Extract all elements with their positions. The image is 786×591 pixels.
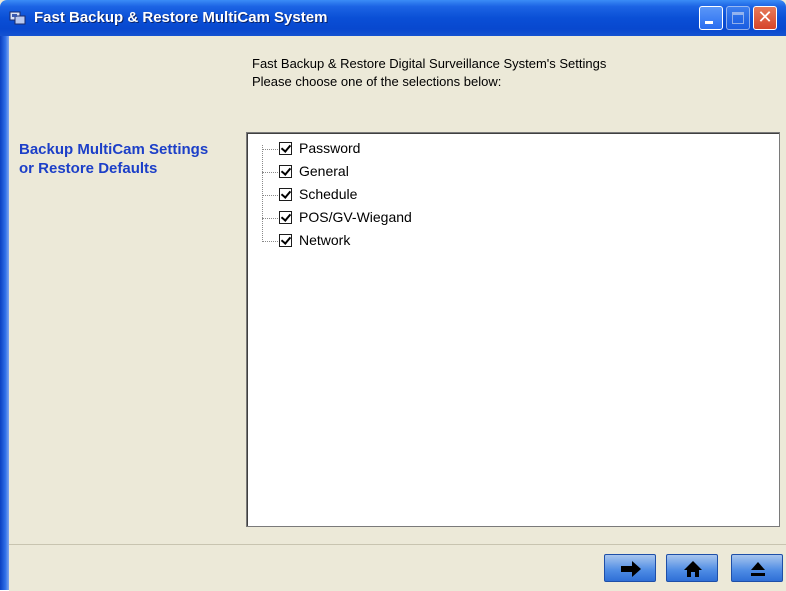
- tree-item-label: Schedule: [299, 186, 358, 202]
- instructions-title: Fast Backup & Restore Digital Surveillan…: [252, 56, 607, 71]
- tree-item-label: General: [299, 163, 349, 179]
- title-bar[interactable]: Fast Backup & Restore MultiCam System ✕: [0, 0, 786, 36]
- app-icon: [9, 9, 27, 27]
- tree-item-schedule[interactable]: Schedule: [247, 184, 547, 206]
- close-icon: ✕: [757, 7, 773, 28]
- maximize-icon: [732, 12, 744, 24]
- settings-tree[interactable]: Password General Schedule POS/GV-Wiegand…: [246, 132, 780, 527]
- tree-branch: [262, 149, 278, 150]
- tree-branch: [262, 195, 278, 196]
- backup-restore-window: Fast Backup & Restore MultiCam System ✕ …: [0, 0, 786, 591]
- tree-item-pos-gv-wiegand[interactable]: POS/GV-Wiegand: [247, 207, 547, 229]
- instructions-subtitle: Please choose one of the selections belo…: [252, 74, 502, 89]
- home-button[interactable]: [666, 554, 718, 582]
- maximize-button[interactable]: [726, 6, 750, 30]
- pos-gv-wiegand-checkbox[interactable]: [279, 211, 292, 224]
- tree-item-label: Password: [299, 140, 361, 156]
- tree-item-network[interactable]: Network: [247, 230, 547, 252]
- general-checkbox[interactable]: [279, 165, 292, 178]
- tree-branch: [262, 241, 278, 242]
- exit-button[interactable]: [731, 554, 783, 582]
- right-arrow-icon: [621, 561, 641, 577]
- tree-branch: [262, 218, 278, 219]
- password-checkbox[interactable]: [279, 142, 292, 155]
- next-button[interactable]: [604, 554, 656, 582]
- instructions-panel: Fast Backup & Restore Digital Surveillan…: [246, 36, 786, 132]
- minimize-icon: [705, 21, 713, 24]
- window-frame-left: [0, 36, 9, 590]
- tree-item-label: POS/GV-Wiegand: [299, 209, 412, 225]
- tree-branch: [262, 172, 278, 173]
- window-title: Fast Backup & Restore MultiCam System: [34, 9, 328, 26]
- home-icon: [684, 561, 702, 577]
- eject-icon: [751, 562, 765, 576]
- network-checkbox[interactable]: [279, 234, 292, 247]
- minimize-button[interactable]: [699, 6, 723, 30]
- sidebar: Backup MultiCam Settings or Restore Defa…: [9, 36, 246, 570]
- close-button[interactable]: ✕: [753, 6, 777, 30]
- tree-item-label: Network: [299, 232, 351, 248]
- tree-item-password[interactable]: Password: [247, 138, 547, 160]
- tree-item-general[interactable]: General: [247, 161, 547, 183]
- schedule-checkbox[interactable]: [279, 188, 292, 201]
- sidebar-heading: Backup MultiCam Settings or Restore Defa…: [19, 141, 209, 177]
